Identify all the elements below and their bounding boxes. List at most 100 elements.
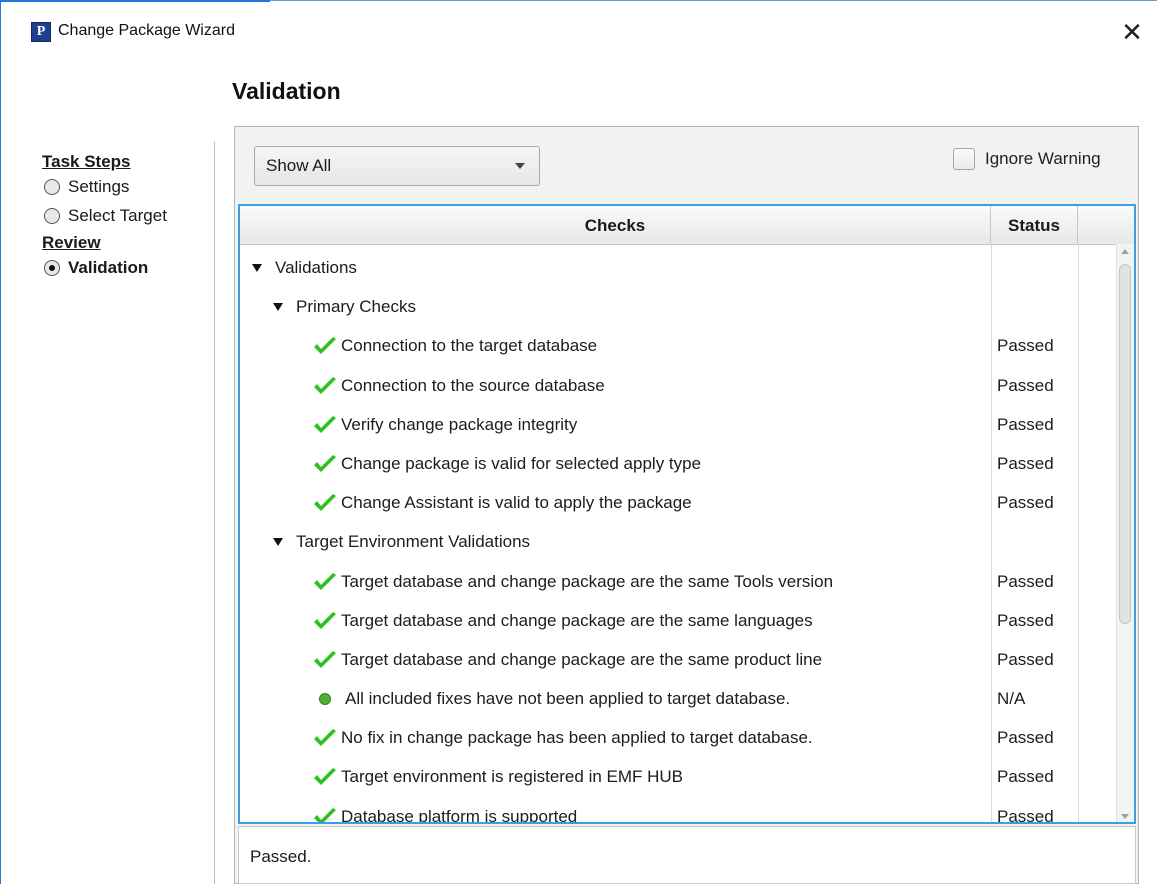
row-label: Target database and change package are t… (313, 562, 833, 602)
expand-arrow-icon[interactable] (273, 538, 283, 547)
column-header-checks[interactable]: Checks (240, 206, 991, 244)
row-label: Target environment is registered in EMF … (313, 757, 683, 797)
ignore-warning-label: Ignore Warning (985, 149, 1101, 168)
row-status: Passed (997, 493, 1054, 513)
checkmark-icon (314, 494, 336, 512)
row-status: Passed (997, 414, 1054, 434)
filter-value: Show All (266, 156, 332, 175)
steps-divider (214, 142, 215, 884)
filter-dropdown[interactable]: Show All (254, 146, 540, 186)
table-row[interactable]: Verify change package integrity Passed (240, 405, 1116, 444)
row-status: Passed (997, 649, 1054, 669)
table-header: Checks Status (240, 206, 1134, 245)
column-header-status[interactable]: Status (991, 206, 1078, 244)
row-label: Validations (252, 248, 357, 288)
row-label: Change package is valid for selected app… (313, 444, 701, 484)
row-text: Target database and change package are t… (341, 610, 813, 630)
row-text: Connection to the source database (341, 375, 605, 395)
expand-arrow-icon[interactable] (252, 264, 262, 272)
checkmark-icon (314, 807, 336, 822)
checkmark-icon (314, 729, 336, 747)
table-body: Validations Primary Checks Connection to t… (240, 248, 1116, 824)
checkmark-icon (314, 415, 336, 433)
na-status-dot-icon (319, 693, 331, 706)
title-bar: P Change Package Wizard ✕ (0, 0, 1157, 64)
row-status: Passed (997, 610, 1054, 630)
row-label: Verify change package integrity (313, 405, 577, 445)
scrollbar-thumb[interactable] (1119, 264, 1131, 624)
row-text: Change Assistant is valid to apply the p… (341, 493, 692, 513)
row-status: Passed (997, 336, 1054, 356)
radio-unselected-icon (44, 207, 60, 224)
row-label: Target Environment Validations (273, 522, 530, 562)
row-text: Validations (275, 258, 357, 277)
step-settings[interactable]: Settings (42, 172, 212, 201)
row-text: Verify change package integrity (341, 414, 578, 434)
checkmark-icon (314, 611, 336, 629)
row-status: Passed (997, 571, 1054, 591)
chevron-down-icon (515, 163, 525, 169)
close-icon[interactable]: ✕ (1114, 14, 1150, 50)
row-label: Target database and change package are t… (313, 601, 813, 641)
step-label: Select Target (68, 205, 167, 225)
row-status: Passed (997, 453, 1054, 473)
table-row[interactable]: Change package is valid for selected app… (240, 444, 1116, 483)
checkmark-icon (314, 650, 336, 668)
row-text: No fix in change package has been applie… (341, 728, 813, 748)
row-status: Passed (997, 375, 1054, 395)
step-validation[interactable]: Validation (42, 253, 212, 282)
step-label: Settings (68, 176, 130, 196)
vertical-scrollbar[interactable] (1116, 244, 1134, 822)
table-row[interactable]: Target database and change package are t… (240, 640, 1116, 679)
tree-group-row[interactable]: Primary Checks (240, 287, 1116, 326)
tree-group-row[interactable]: Validations (240, 248, 1116, 287)
table-row[interactable]: Target database and change package are t… (240, 562, 1116, 601)
app-logo-icon: P (31, 22, 51, 42)
row-text: Target database and change package are t… (341, 649, 823, 669)
checks-table: Checks Status Validations Primary Checks C… (238, 204, 1136, 824)
table-row[interactable]: Target database and change package are t… (240, 601, 1116, 640)
table-row[interactable]: Connection to the source database Passed (240, 366, 1116, 405)
checkbox-icon[interactable] (953, 148, 975, 170)
row-text: Target environment is registered in EMF … (341, 767, 684, 787)
scroll-up-icon[interactable] (1121, 249, 1129, 254)
table-row[interactable]: All included fixes have not been applied… (240, 679, 1116, 718)
row-label: Connection to the source database (313, 366, 605, 406)
expand-arrow-icon[interactable] (273, 303, 283, 312)
row-status: N/A (997, 689, 1026, 709)
row-text: Target database and change package are t… (341, 571, 834, 591)
window-frame (0, 0, 1, 884)
tree-group-row[interactable]: Target Environment Validations (240, 522, 1116, 561)
row-text: Connection to the target database (341, 336, 598, 356)
window-title: Change Package Wizard (58, 22, 235, 39)
row-status: Passed (997, 806, 1054, 824)
checkmark-icon (314, 768, 336, 786)
row-text: Change package is valid for selected app… (341, 453, 702, 473)
ignore-warning-checkbox[interactable]: Ignore Warning (953, 148, 1101, 170)
table-row[interactable]: Change Assistant is valid to apply the p… (240, 483, 1116, 522)
row-label: Connection to the target database (313, 326, 597, 366)
checkmark-icon (314, 376, 336, 394)
checkmark-icon (314, 337, 336, 355)
status-message: Passed. (238, 826, 1136, 884)
table-row[interactable]: No fix in change package has been applie… (240, 718, 1116, 757)
column-header-blank (1078, 206, 1134, 244)
row-label: Change Assistant is valid to apply the p… (313, 483, 692, 523)
task-steps-panel: Task Steps Settings Select Target Review… (42, 152, 212, 282)
table-row[interactable]: Database platform is supported Passed (240, 797, 1116, 824)
table-row[interactable]: Target environment is registered in EMF … (240, 757, 1116, 796)
row-text: All included fixes have not been applied… (345, 689, 791, 709)
checkmark-icon (314, 572, 336, 590)
scroll-down-icon[interactable] (1121, 814, 1129, 819)
status-message-text: Passed. (250, 847, 312, 866)
row-text: Database platform is supported (341, 806, 578, 824)
row-text: Target Environment Validations (296, 532, 531, 552)
row-text: Primary Checks (296, 297, 416, 317)
row-label: All included fixes have not been applied… (313, 679, 790, 719)
step-select-target[interactable]: Select Target (42, 201, 212, 230)
row-label: Database platform is supported (313, 797, 578, 824)
row-label: Primary Checks (273, 287, 416, 327)
radio-selected-icon (44, 259, 60, 276)
table-row[interactable]: Connection to the target database Passed (240, 326, 1116, 365)
review-header: Review (42, 233, 101, 252)
